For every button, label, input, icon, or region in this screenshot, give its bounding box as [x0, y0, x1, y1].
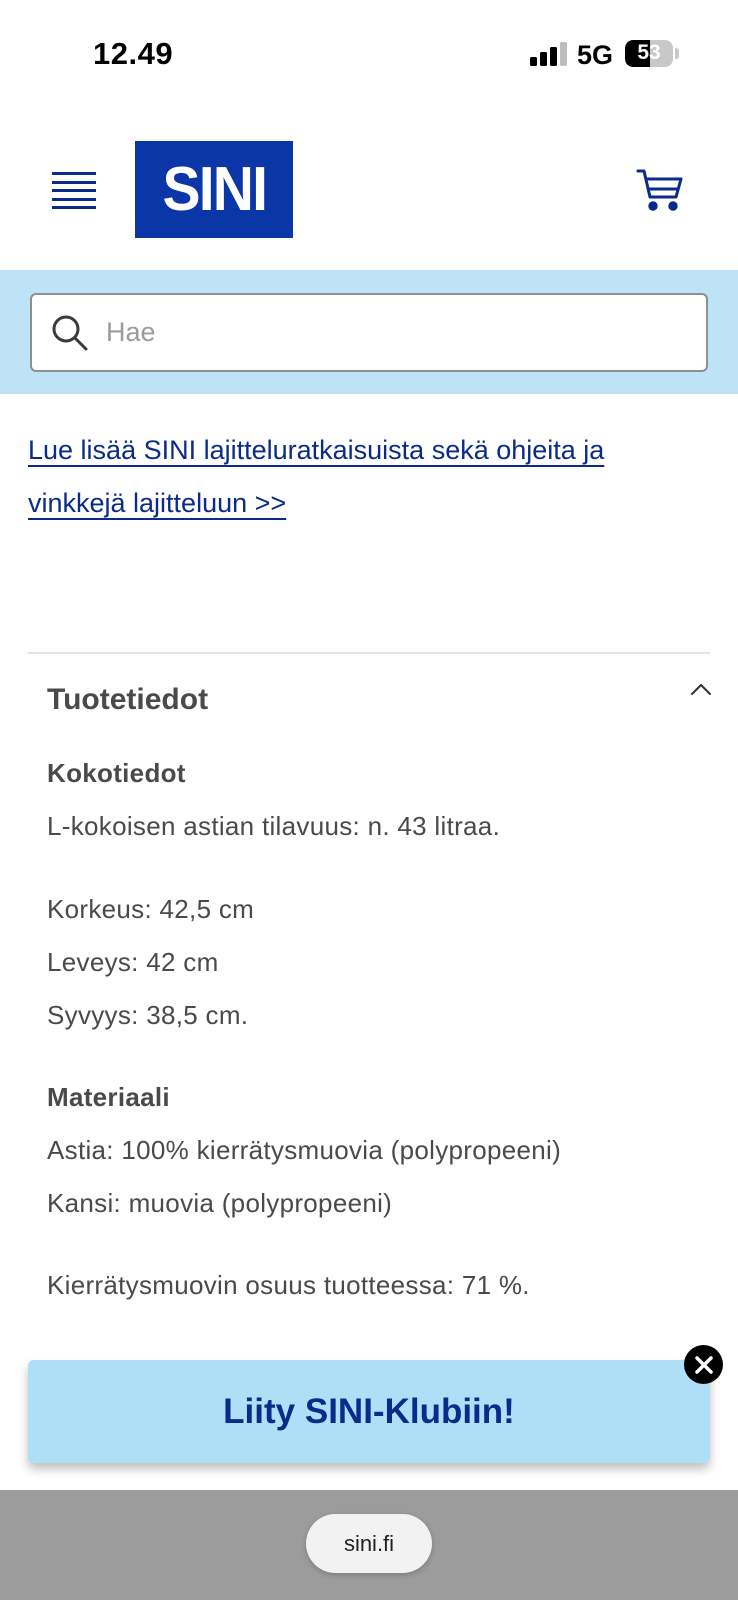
- volume-text: L-kokoisen astian tilavuus: n. 43 litraa…: [47, 811, 501, 841]
- search-icon: [50, 313, 90, 353]
- hamburger-menu-icon[interactable]: [52, 170, 98, 210]
- material-lid-text: Kansi: muovia (polypropeeni): [47, 1188, 393, 1218]
- battery-level: 53: [637, 41, 661, 64]
- status-bar: 12.49 5G 53: [0, 0, 738, 110]
- browser-bottom-bar: sini.fi: [0, 1490, 738, 1600]
- search-band: Hae: [0, 270, 738, 394]
- chevron-up-icon[interactable]: [690, 682, 712, 696]
- logo-text: SINI: [162, 155, 267, 224]
- cellular-signal-icon: [530, 42, 568, 66]
- club-banner[interactable]: Liity SINI-Klubiin!: [28, 1360, 710, 1463]
- network-type: 5G: [577, 40, 614, 70]
- material-container-text: Astia: 100% kierrätysmuovia (polypropeen…: [47, 1135, 562, 1165]
- close-banner-button[interactable]: [684, 1345, 723, 1384]
- height-text: Korkeus: 42,5 cm: [47, 894, 255, 924]
- width-text: Leveys: 42 cm: [47, 947, 219, 977]
- divider: [28, 652, 710, 654]
- status-time: 12.49: [93, 36, 174, 71]
- size-heading: Kokotiedot: [47, 758, 186, 788]
- material-heading: Materiaali: [47, 1082, 170, 1112]
- battery-tip: [675, 48, 679, 59]
- url-bar[interactable]: sini.fi: [306, 1514, 432, 1573]
- search-placeholder: Hae: [106, 317, 156, 347]
- sorting-info-link[interactable]: Lue lisää SINI lajitteluratkaisuista sek…: [28, 424, 708, 530]
- club-banner-text: Liity SINI-Klubiin!: [223, 1391, 515, 1431]
- recycled-share-text: Kierrätysmuovin osuus tuotteessa: 71 %.: [47, 1270, 530, 1300]
- shopping-cart-icon[interactable]: [636, 168, 684, 212]
- search-input[interactable]: Hae: [30, 293, 708, 372]
- close-icon: [694, 1355, 713, 1374]
- site-header: SINI: [0, 110, 738, 270]
- battery-icon: 53: [625, 40, 673, 67]
- sini-logo[interactable]: SINI: [135, 141, 293, 238]
- depth-text: Syvyys: 38,5 cm.: [47, 1000, 249, 1030]
- product-info-heading[interactable]: Tuotetiedot: [47, 683, 208, 717]
